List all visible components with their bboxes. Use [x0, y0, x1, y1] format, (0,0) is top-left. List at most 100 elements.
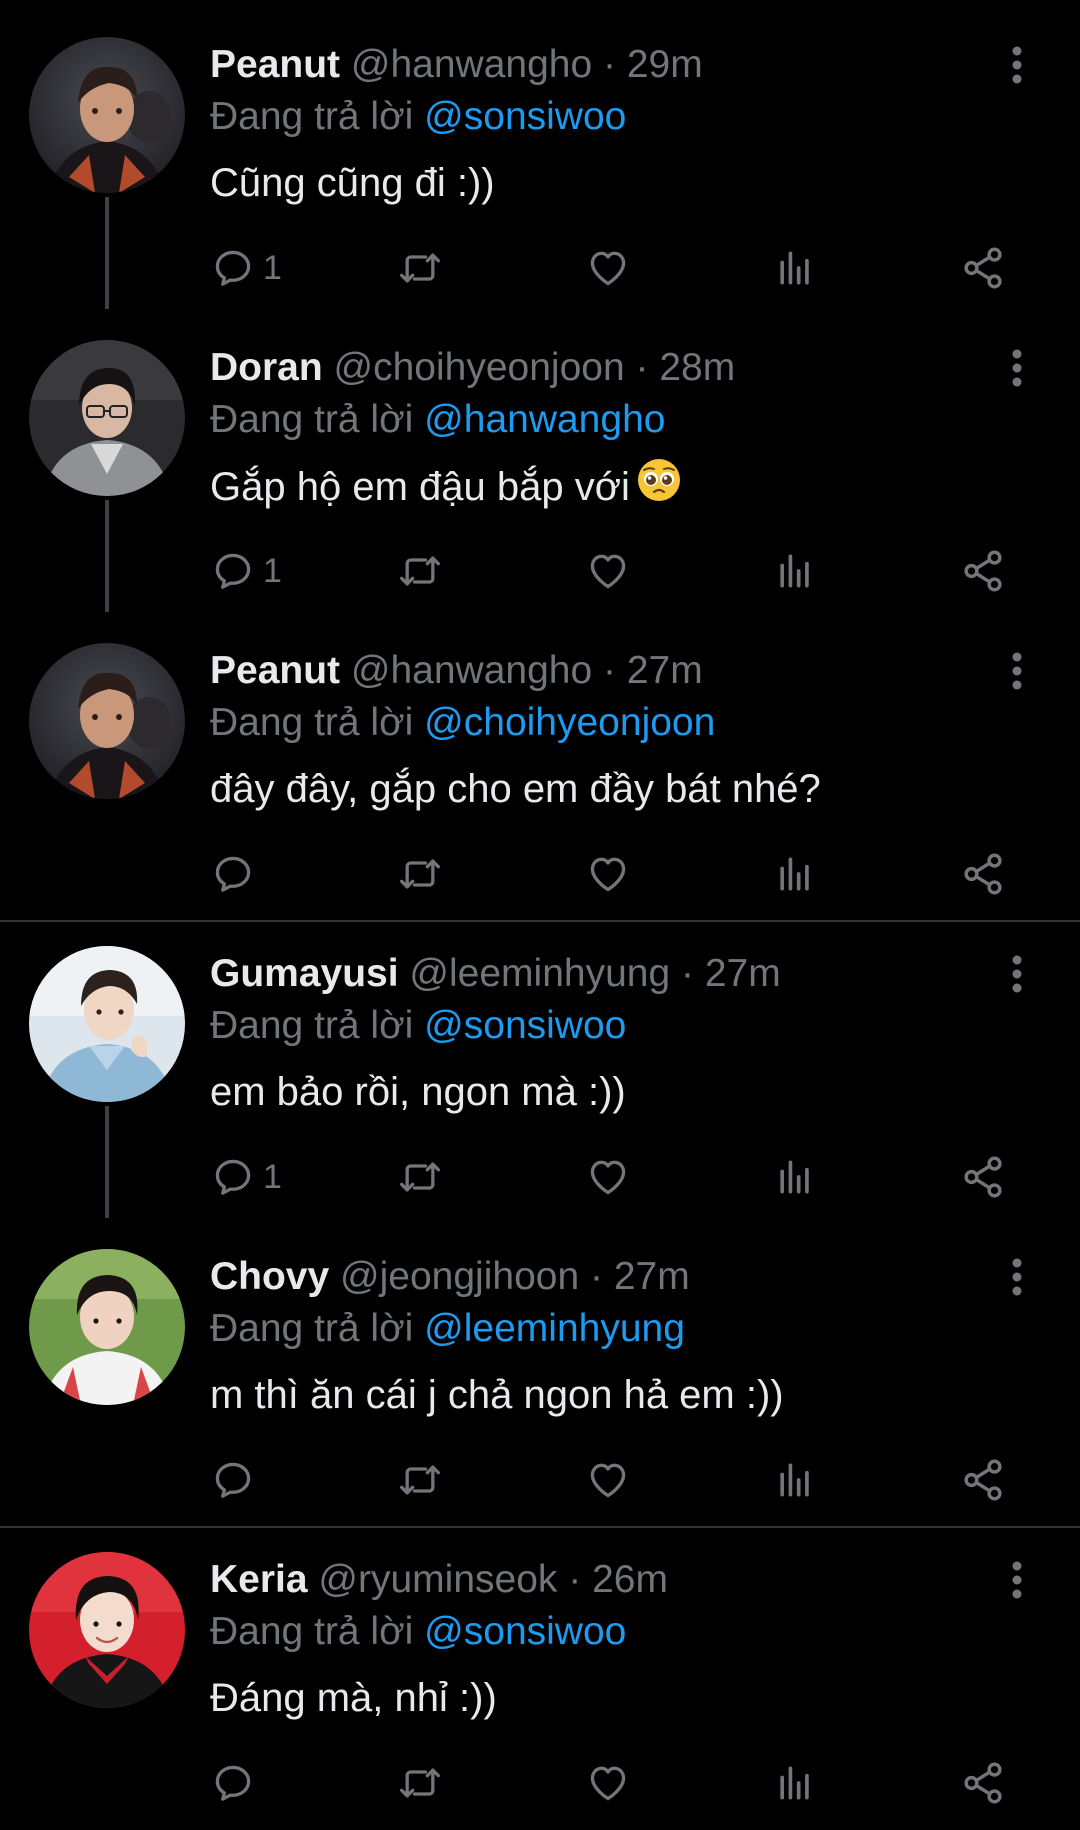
reply-icon [215, 1159, 251, 1195]
retweet-button[interactable] [397, 847, 443, 901]
like-button[interactable] [585, 1453, 631, 1507]
views-button[interactable] [773, 544, 817, 598]
like-icon [590, 554, 626, 589]
reply-mention[interactable]: @sonsiwoo [424, 1610, 626, 1653]
reply-mention[interactable]: @sonsiwoo [424, 1004, 626, 1047]
tweet[interactable]: Keria @ryuminseok · 26m Đang trả lời @so… [0, 1515, 1080, 1818]
share-button[interactable] [960, 1756, 1006, 1810]
avatar[interactable] [29, 643, 185, 799]
share-button[interactable] [960, 1150, 1006, 1204]
retweet-icon [400, 1768, 440, 1798]
reply-button[interactable]: 1 [211, 1150, 282, 1204]
username[interactable]: @leeminhyung [409, 952, 670, 995]
reply-mention[interactable]: @leeminhyung [424, 1307, 685, 1350]
views-button[interactable] [773, 1150, 817, 1204]
tweet[interactable]: Doran @choihyeonjoon · 28m Đang trả lời … [0, 303, 1080, 612]
like-icon [590, 1766, 626, 1801]
display-name[interactable]: Gumayusi [210, 952, 399, 995]
like-icon [590, 1463, 626, 1498]
username[interactable]: @hanwangho [351, 649, 592, 692]
avatar[interactable] [29, 946, 185, 1102]
views-icon [780, 1463, 809, 1497]
views-icon [780, 857, 809, 891]
timestamp[interactable]: 27m [614, 1255, 690, 1298]
tweet[interactable]: Chovy @jeongjihoon · 27m Đang trả lời @l… [0, 1212, 1080, 1515]
username[interactable]: @jeongjihoon [340, 1255, 579, 1298]
more-options-icon[interactable] [1000, 1252, 1034, 1302]
more-options-icon[interactable] [1000, 949, 1034, 999]
tweet-actions [0, 1453, 1080, 1507]
more-options-icon[interactable] [1000, 40, 1034, 90]
like-button[interactable] [585, 847, 631, 901]
display-name[interactable]: Doran [210, 346, 323, 389]
tweet[interactable]: Peanut @hanwangho · 29m Đang trả lời @so… [0, 0, 1080, 309]
retweet-icon [400, 253, 440, 283]
tweet-text: đây đây, gắp cho em đầy bát nhé? [210, 767, 821, 811]
retweet-button[interactable] [397, 1756, 443, 1810]
more-options-icon[interactable] [1000, 1555, 1034, 1605]
timestamp[interactable]: 27m [627, 649, 703, 692]
username[interactable]: @ryuminseok [318, 1558, 557, 1601]
display-name[interactable]: Chovy [210, 1255, 329, 1298]
display-name[interactable]: Peanut [210, 649, 340, 692]
reply-mention[interactable]: @hanwangho [424, 398, 665, 441]
reply-mention[interactable]: @choihyeonjoon [424, 701, 715, 744]
tweet-header: Peanut @hanwangho · 27m [210, 646, 703, 696]
retweet-button[interactable] [397, 1453, 443, 1507]
share-button[interactable] [960, 847, 1006, 901]
views-button[interactable] [773, 1453, 817, 1507]
views-button[interactable] [773, 241, 817, 295]
timestamp[interactable]: 29m [627, 43, 703, 86]
reply-button[interactable]: 1 [211, 544, 282, 598]
like-icon [590, 857, 626, 892]
username[interactable]: @hanwangho [351, 43, 592, 86]
tweet-header: Peanut @hanwangho · 29m [210, 40, 703, 90]
display-name[interactable]: Keria [210, 1558, 308, 1601]
views-button[interactable] [773, 847, 817, 901]
avatar[interactable] [29, 340, 185, 496]
timestamp[interactable]: 26m [592, 1558, 668, 1601]
reply-mention[interactable]: @sonsiwoo [424, 95, 626, 138]
reply-button[interactable]: 1 [211, 241, 282, 295]
retweet-button[interactable] [397, 241, 443, 295]
reply-button[interactable] [211, 1756, 263, 1810]
like-button[interactable] [585, 1150, 631, 1204]
display-name[interactable]: Peanut [210, 43, 340, 86]
like-button[interactable] [585, 241, 631, 295]
separator-dot: · [603, 649, 616, 692]
retweet-button[interactable] [397, 1150, 443, 1204]
avatar[interactable] [29, 1249, 185, 1405]
timestamp[interactable]: 27m [705, 952, 781, 995]
tweet-header: Keria @ryuminseok · 26m [210, 1555, 668, 1605]
more-options-icon[interactable] [1000, 646, 1034, 696]
retweet-button[interactable] [397, 544, 443, 598]
reply-count: 1 [263, 552, 282, 590]
tweet[interactable]: Gumayusi @leeminhyung · 27m Đang trả lời… [0, 909, 1080, 1218]
username[interactable]: @choihyeonjoon [334, 346, 625, 389]
avatar[interactable] [29, 1552, 185, 1708]
retweet-icon [400, 556, 440, 586]
share-icon [964, 550, 1002, 592]
like-button[interactable] [585, 1756, 631, 1810]
reply-button[interactable] [211, 1453, 263, 1507]
replying-to: Đang trả lời @sonsiwoo [210, 92, 626, 142]
reply-icon [215, 553, 251, 589]
reply-button[interactable] [211, 847, 263, 901]
share-button[interactable] [960, 1453, 1006, 1507]
tweet-actions [0, 1756, 1080, 1810]
share-button[interactable] [960, 241, 1006, 295]
share-button[interactable] [960, 544, 1006, 598]
views-icon [780, 554, 809, 588]
avatar[interactable] [29, 37, 185, 193]
tweet-text: em bảo rồi, ngon mà :)) [210, 1070, 626, 1114]
views-button[interactable] [773, 1756, 817, 1810]
tweet-actions: 1 [0, 544, 1080, 598]
tweet-text: m thì ăn cái j chả ngon hả em :)) [210, 1373, 784, 1417]
reply-icon [215, 856, 251, 892]
tweet[interactable]: Peanut @hanwangho · 27m Đang trả lời @ch… [0, 606, 1080, 909]
more-options-icon[interactable] [1000, 343, 1034, 393]
reply-icon [215, 1765, 251, 1801]
like-button[interactable] [585, 544, 631, 598]
timestamp[interactable]: 28m [659, 346, 735, 389]
separator-dot: · [635, 346, 649, 389]
